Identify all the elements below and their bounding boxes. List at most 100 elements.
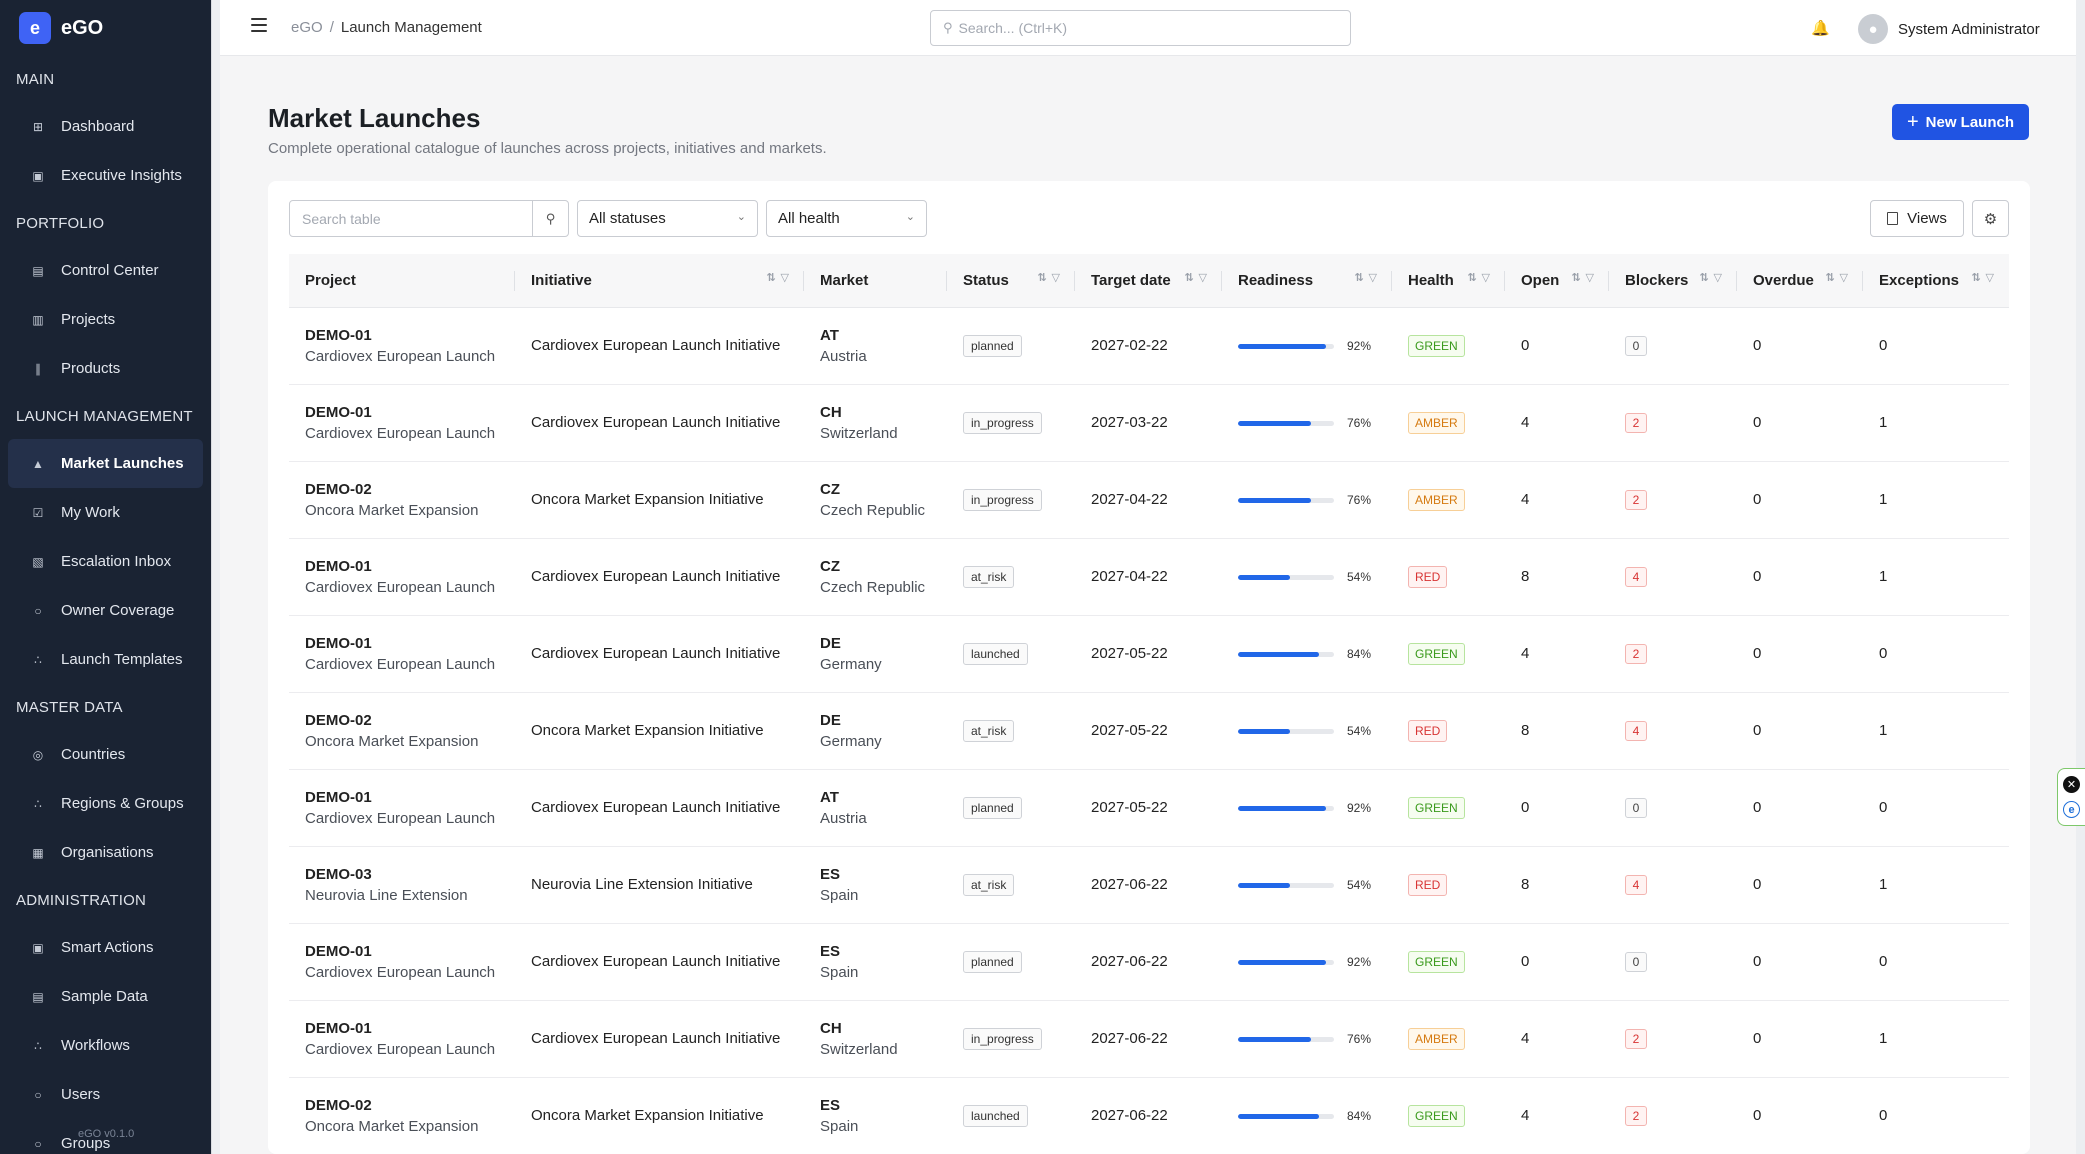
brand[interactable]: e eGO — [0, 0, 211, 56]
sidebar-item-launch-templates[interactable]: ∴ Launch Templates — [8, 635, 203, 684]
breadcrumb-separator: / — [329, 19, 334, 36]
column-header-label: Exceptions — [1879, 271, 1960, 289]
user-menu[interactable]: ● System Administrator — [1858, 14, 2040, 44]
column-header-project[interactable]: Project — [289, 254, 515, 308]
column-header-open[interactable]: Open ⇅▽ — [1505, 254, 1609, 308]
sidebar-item-owner-coverage[interactable]: ○ Owner Coverage — [8, 586, 203, 635]
column-header-initiative[interactable]: Initiative ⇅▽ — [515, 254, 804, 308]
column-header-exceptions[interactable]: Exceptions ⇅▽ — [1863, 254, 2009, 308]
sidebar-item-regions-groups[interactable]: ∴ Regions & Groups — [8, 779, 203, 828]
assistant-widget[interactable]: ✕ e — [2057, 768, 2085, 826]
sidebar-item-products[interactable]: ∥ Products — [8, 344, 203, 393]
table-row[interactable]: DEMO-01 Cardiovex European Launch Cardiove… — [289, 1000, 2009, 1078]
sidebar-item-smart-actions[interactable]: ▣ Smart Actions — [8, 923, 203, 972]
cell-project: DEMO-03 Neurovia Line Extension — [289, 846, 515, 924]
project-code[interactable]: DEMO-02 — [305, 1097, 515, 1114]
project-code[interactable]: DEMO-01 — [305, 327, 515, 344]
cell-target-date: 2027-05-22 — [1075, 615, 1222, 693]
column-header-label: Status — [963, 271, 1009, 289]
table-row[interactable]: DEMO-01 Cardiovex European Launch Cardiove… — [289, 307, 2009, 385]
sort-filter-icons[interactable]: ⇅▽ — [1571, 271, 1599, 284]
readiness-percent: 84% — [1347, 647, 1372, 662]
exceptions-count: 1 — [1879, 414, 1888, 431]
project-code[interactable]: DEMO-01 — [305, 635, 515, 652]
sort-filter-icons[interactable]: ⇅▽ — [1354, 271, 1382, 284]
bell-icon[interactable]: 🔔 — [1811, 19, 1830, 37]
breadcrumb-root[interactable]: eGO — [291, 19, 323, 36]
close-icon[interactable]: ✕ — [2063, 776, 2080, 793]
sidebar-item-dashboard[interactable]: ⊞ Dashboard — [8, 102, 203, 151]
status-filter-select[interactable]: All statuses ⌄ — [577, 200, 758, 237]
project-code[interactable]: DEMO-01 — [305, 558, 515, 575]
project-code[interactable]: DEMO-01 — [305, 943, 515, 960]
table-row[interactable]: DEMO-01 Cardiovex European Launch Cardiove… — [289, 615, 2009, 693]
cell-target-date: 2027-06-22 — [1075, 1000, 1222, 1078]
table-row[interactable]: DEMO-01 Cardiovex European Launch Cardiove… — [289, 769, 2009, 847]
table-row[interactable]: DEMO-02 Oncora Market Expansion Oncora Mar… — [289, 692, 2009, 770]
scrollbar-track[interactable] — [2076, 0, 2085, 1154]
column-header-status[interactable]: Status ⇅▽ — [947, 254, 1075, 308]
column-header-overdue[interactable]: Overdue ⇅▽ — [1737, 254, 1863, 308]
assistant-logo-icon[interactable]: e — [2063, 801, 2080, 818]
column-header-market[interactable]: Market — [804, 254, 947, 308]
column-header-target-date[interactable]: Target date ⇅▽ — [1075, 254, 1222, 308]
cell-target-date: 2027-04-22 — [1075, 538, 1222, 616]
sort-filter-icons[interactable]: ⇅▽ — [1184, 271, 1212, 284]
project-code[interactable]: DEMO-03 — [305, 866, 515, 883]
sidebar-item-market-launches[interactable]: ▲ Market Launches — [8, 439, 203, 488]
sidebar-item-organisations[interactable]: ▦ Organisations — [8, 828, 203, 877]
sidebar-item-sample-data[interactable]: ▤ Sample Data — [8, 972, 203, 1021]
sort-filter-icons[interactable]: ⇅▽ — [1825, 271, 1853, 284]
readiness-bar-fill — [1238, 1036, 1311, 1042]
project-code[interactable]: DEMO-02 — [305, 712, 515, 729]
sort-filter-icons[interactable]: ⇅▽ — [1971, 271, 1999, 284]
sidebar-item-my-work[interactable]: ☑ My Work — [8, 488, 203, 537]
launches-card: Search table ⚲ All statuses ⌄ All health… — [268, 181, 2030, 1154]
sidebar-item-escalation-inbox[interactable]: ▧ Escalation Inbox — [8, 537, 203, 586]
column-header-blockers[interactable]: Blockers ⇅▽ — [1609, 254, 1737, 308]
table-row[interactable]: DEMO-03 Neurovia Line Extension Neurovia L… — [289, 846, 2009, 924]
sidebar-item-countries[interactable]: ◎ Countries — [8, 730, 203, 779]
table-row[interactable]: DEMO-02 Oncora Market Expansion Oncora Mar… — [289, 461, 2009, 539]
sort-filter-icons[interactable]: ⇅▽ — [1699, 271, 1727, 284]
global-search-input[interactable]: ⚲ Search... (Ctrl+K) — [930, 10, 1351, 46]
table-row[interactable]: DEMO-01 Cardiovex European Launch Cardiove… — [289, 923, 2009, 1001]
sidebar-item-projects[interactable]: ▥ Projects — [8, 295, 203, 344]
project-code[interactable]: DEMO-02 — [305, 481, 515, 498]
table-row[interactable]: DEMO-01 Cardiovex European Launch Cardiove… — [289, 384, 2009, 462]
sidebar-item-executive-insights[interactable]: ▣ Executive Insights — [8, 151, 203, 200]
project-code[interactable]: DEMO-01 — [305, 404, 515, 421]
sidebar-item-workflows[interactable]: ∴ Workflows — [8, 1021, 203, 1070]
search-icon[interactable]: ⚲ — [532, 201, 568, 236]
sidebar-item-label: Products — [61, 360, 121, 377]
views-button[interactable]: Views — [1870, 200, 1964, 237]
sidebar-item-control-center[interactable]: ▤ Control Center — [8, 246, 203, 295]
cell-project: DEMO-01 Cardiovex European Launch — [289, 769, 515, 847]
table-settings-button[interactable]: ⚙ — [1972, 200, 2009, 237]
sidebar-resize-handle[interactable] — [211, 0, 220, 1154]
health-filter-select[interactable]: All health ⌄ — [766, 200, 927, 237]
cell-blockers: 2 — [1609, 1077, 1737, 1154]
sort-filter-icons[interactable]: ⇅▽ — [766, 271, 794, 284]
cell-market: CH Switzerland — [804, 384, 947, 462]
sidebar-item-users[interactable]: ○ Users — [8, 1070, 203, 1119]
project-code[interactable]: DEMO-01 — [305, 789, 515, 806]
table-search-input[interactable]: Search table ⚲ — [289, 200, 569, 237]
sort-filter-icons[interactable]: ⇅▽ — [1467, 271, 1495, 284]
cell-open: 4 — [1505, 615, 1609, 693]
menu-toggle-icon[interactable] — [251, 18, 267, 34]
table-row[interactable]: DEMO-01 Cardiovex European Launch Cardiove… — [289, 538, 2009, 616]
table-row[interactable]: DEMO-02 Oncora Market Expansion Oncora Mar… — [289, 1077, 2009, 1154]
sort-filter-icons[interactable]: ⇅▽ — [1037, 271, 1065, 284]
project-name: Cardiovex European Launch — [305, 963, 496, 981]
views-label: Views — [1907, 210, 1947, 227]
cell-market: CZ Czech Republic — [804, 538, 947, 616]
sidebar-section-heading: MAIN — [16, 70, 55, 88]
column-header-health[interactable]: Health ⇅▽ — [1392, 254, 1505, 308]
project-code[interactable]: DEMO-01 — [305, 1020, 515, 1037]
column-header-readiness[interactable]: Readiness ⇅▽ — [1222, 254, 1392, 308]
cell-initiative: Cardiovex European Launch Initiative — [515, 1000, 804, 1078]
new-launch-button[interactable]: + New Launch — [1892, 104, 2029, 140]
avatar: ● — [1858, 14, 1888, 44]
cell-market: DE Germany — [804, 692, 947, 770]
